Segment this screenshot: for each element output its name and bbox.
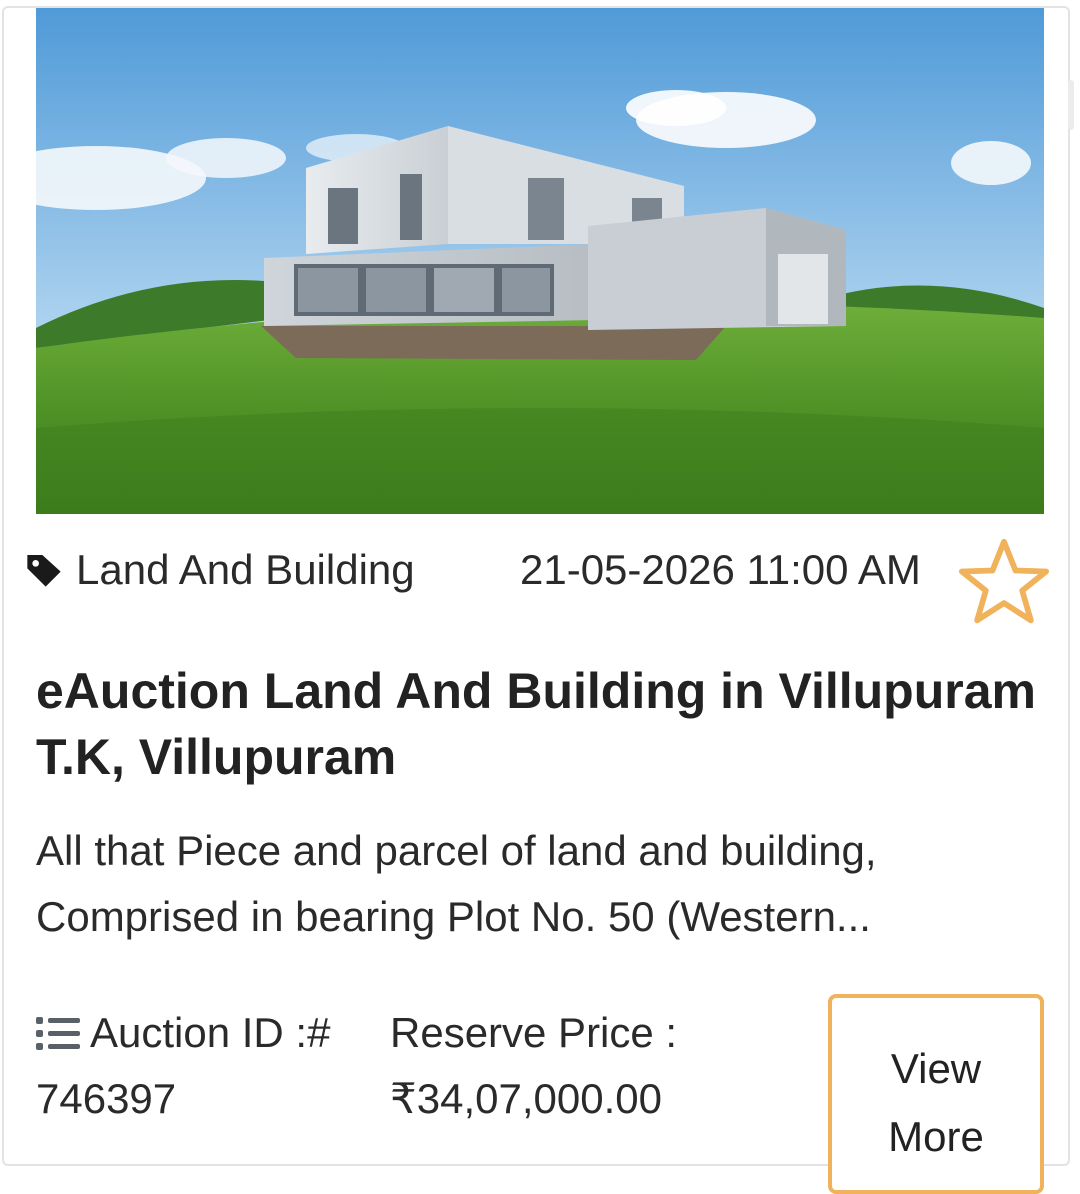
scrollbar[interactable]	[1068, 80, 1074, 130]
auction-id-block: Auction ID :# 746397	[36, 1000, 376, 1132]
auction-id-value: 746397	[36, 1075, 177, 1122]
listing-description: All that Piece and parcel of land and bu…	[36, 827, 877, 940]
view-more-button[interactable]: View More	[828, 994, 1044, 1194]
reserve-price-block: Reserve Price : ₹34,07,000.00	[390, 1000, 810, 1132]
list-icon	[36, 1017, 80, 1050]
property-photo	[36, 8, 1044, 514]
auction-datetime: 21-05-2026 11:00 AM	[520, 546, 921, 593]
favorite-star-icon[interactable]	[956, 536, 1052, 628]
reserve-price-label: Reserve Price :	[390, 1009, 678, 1056]
listing-title[interactable]: eAuction Land And Building in Villupuram…	[36, 658, 1036, 790]
category-label: Land And Building	[76, 546, 415, 593]
property-image[interactable]	[36, 8, 1044, 514]
tag-icon	[27, 555, 61, 587]
reserve-price-value: ₹34,07,000.00	[390, 1075, 662, 1122]
auction-id-label: Auction ID :#	[90, 1009, 331, 1056]
listing-meta: Land And Building 21-05-2026 11:00 AM	[24, 536, 1064, 624]
